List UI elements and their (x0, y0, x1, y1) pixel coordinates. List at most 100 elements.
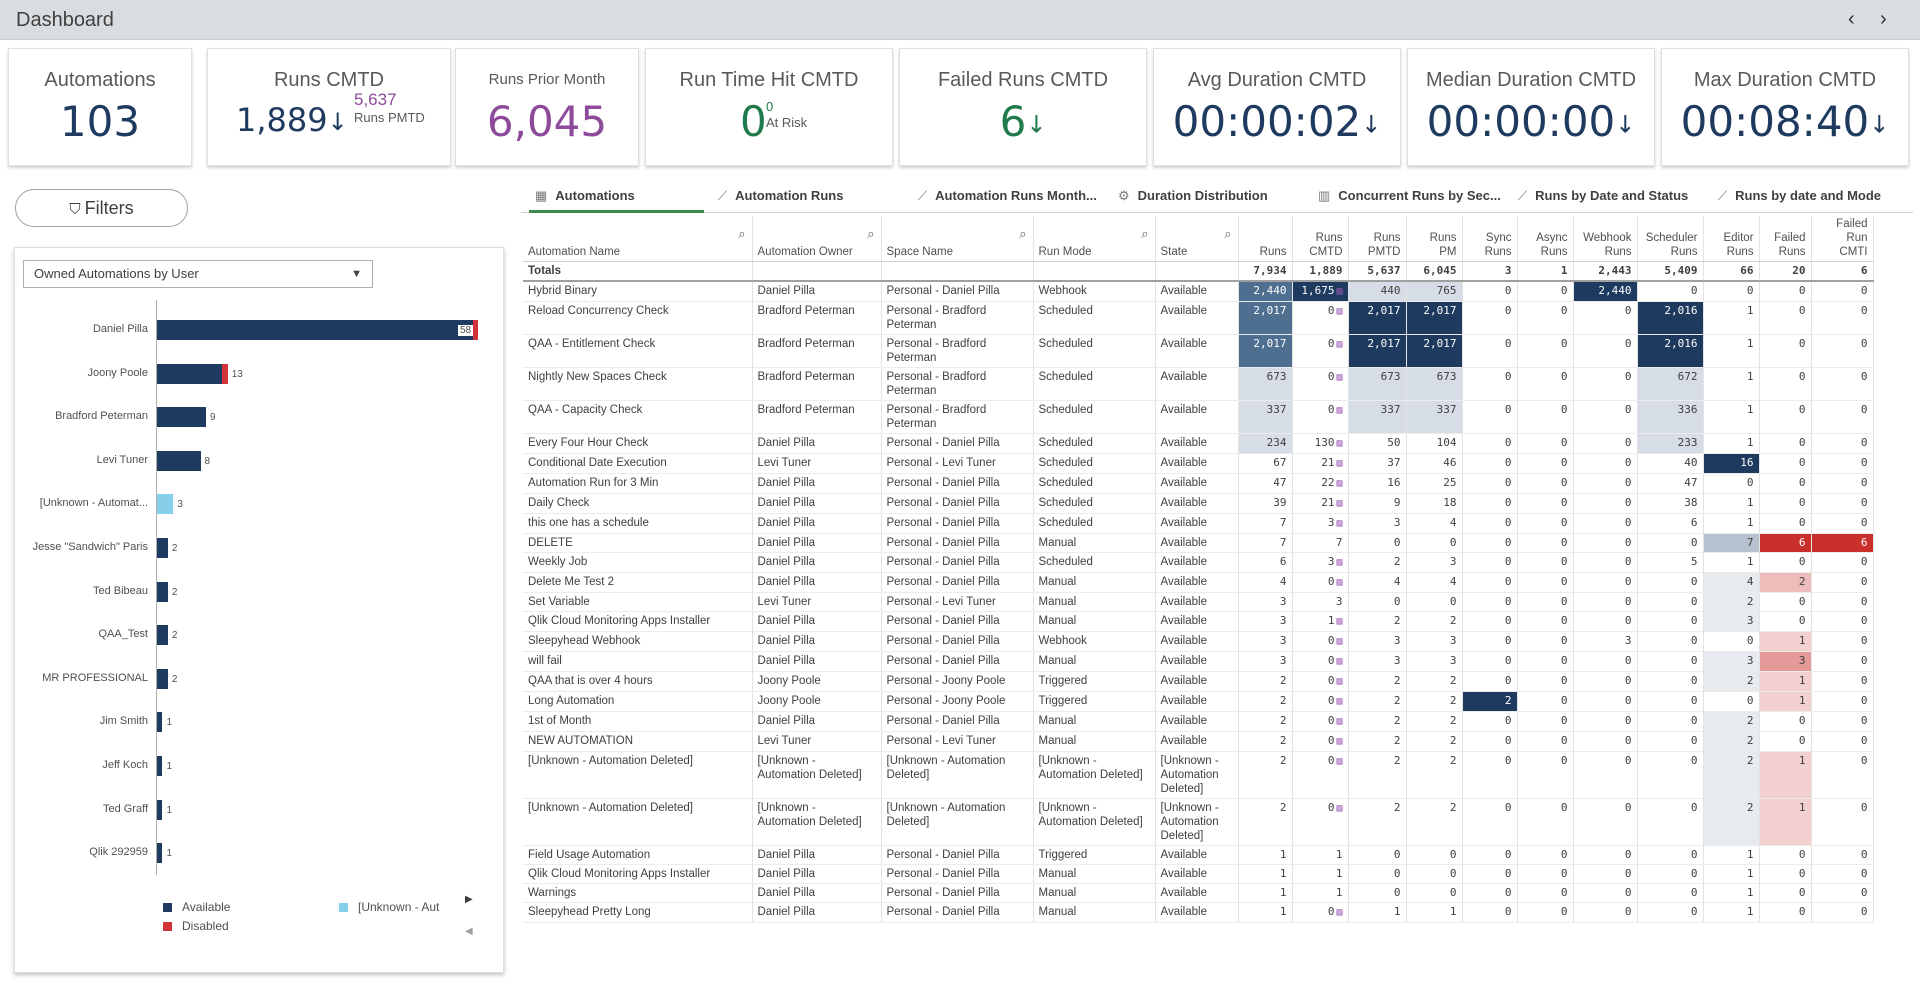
column-header[interactable]: Webhook Runs (1573, 215, 1638, 262)
table-row[interactable]: Weekly Job Daniel Pilla Personal - Daniel … (523, 552, 1874, 573)
tab-bar: ▦ Automations ⟋ Automation Runs ⟋ Automation … (521, 179, 1913, 213)
table-row[interactable]: Conditional Date Execution Levi Tuner Pers… (523, 453, 1874, 474)
table-row[interactable]: QAA that is over 4 hours Joony Poole Perso… (523, 671, 1874, 692)
filters-button[interactable]: ⛉ Filters (15, 189, 188, 227)
bar-available[interactable] (157, 581, 168, 602)
table-row[interactable]: Daily Check Daniel Pilla Personal - Daniel… (523, 493, 1874, 514)
bar-available[interactable] (157, 668, 168, 689)
table-row[interactable]: DELETE Daniel Pilla Personal - Daniel Pill… (523, 533, 1874, 553)
tab-automation-runs[interactable]: ⟋ Automation Runs (712, 179, 902, 213)
column-header[interactable]: Failed Runs (1759, 215, 1812, 262)
tab-runs-by-date-and-status[interactable]: ⟋ Runs by Date and Status (1512, 179, 1702, 213)
bar-available[interactable] (157, 843, 163, 864)
bar-available[interactable] (157, 799, 163, 820)
chevron-left-icon[interactable]: ‹ (1848, 8, 1855, 31)
kpi-sub-value: 5,637 (354, 90, 397, 109)
table-row[interactable]: Reload Concurrency Check Bradford Peterma… (523, 301, 1874, 335)
tab-automation-runs-month[interactable]: ⟋ Automation Runs Month... (912, 179, 1102, 213)
table-row[interactable]: this one has a schedule Daniel Pilla Perso… (523, 513, 1874, 534)
column-header[interactable]: Space Name ⌕ (881, 215, 1034, 262)
bar-available[interactable] (157, 625, 168, 646)
table-cell: 0 (1759, 711, 1812, 732)
tab-runs-by-date-and-mode[interactable]: ⟋ Runs by date and Mode (1712, 179, 1902, 213)
table-row[interactable]: [Unknown - Automation Deleted] [Unknown -… (523, 751, 1874, 799)
table-cell: 0 (1517, 301, 1574, 335)
search-icon[interactable]: ⌕ (867, 227, 874, 241)
search-icon[interactable]: ⌕ (738, 227, 745, 241)
table-row[interactable]: Sleepyhead Pretty Long Daniel Pilla Person… (523, 902, 1874, 923)
table-cell: 0 (1703, 691, 1760, 712)
table-row[interactable]: Sleepyhead Webhook Daniel Pilla Personal -… (523, 631, 1874, 652)
table-row[interactable]: Long Automation Joony Poole Personal - Joo… (523, 691, 1874, 712)
table-row[interactable]: Warnings Daniel Pilla Personal - Daniel Pi… (523, 883, 1874, 903)
bar-available[interactable] (157, 712, 163, 733)
search-icon[interactable]: ⌕ (1019, 227, 1026, 241)
column-header[interactable]: Runs PM (1406, 215, 1463, 262)
table-icon: ▦ (535, 188, 548, 203)
bar-available[interactable] (157, 320, 473, 340)
column-header[interactable]: State ⌕ (1155, 215, 1239, 262)
tab-concurrent-runs-by-sec[interactable]: ▥ Concurrent Runs by Sec... (1312, 179, 1502, 213)
table-cell: 0 (1462, 453, 1518, 474)
bar-disabled[interactable] (472, 320, 478, 340)
table-cell: 1 (1759, 751, 1812, 799)
column-header[interactable]: Scheduler Runs (1637, 215, 1704, 262)
tab-duration-distribution[interactable]: ⚙ Duration Distribution (1112, 179, 1302, 213)
column-header[interactable]: Failed Run CMTI (1811, 215, 1874, 262)
arrow-down-icon: ↓ (327, 108, 348, 136)
column-header[interactable]: Runs PMTD (1348, 215, 1407, 262)
table-cell: 1 (1759, 671, 1812, 692)
cell-value: 0 (1690, 536, 1698, 549)
tab-automations[interactable]: ▦ Automations (529, 179, 704, 213)
bar--unknown-aut[interactable] (157, 494, 174, 515)
bar-disabled[interactable] (222, 363, 228, 384)
column-header[interactable]: Automation Name ⌕ (523, 215, 753, 262)
table-row[interactable]: Qlik Cloud Monitoring Apps Installer Dani… (523, 611, 1874, 632)
table-row[interactable]: QAA - Entitlement Check Bradford Peterman… (523, 334, 1874, 368)
table-row[interactable]: will fail Daniel Pilla Personal - Daniel P… (523, 651, 1874, 672)
table-row[interactable]: [Unknown - Automation Deleted] [Unknown -… (523, 798, 1874, 846)
legend-next-icon[interactable]: ▶ (465, 894, 473, 905)
bar-available[interactable] (157, 538, 168, 558)
table-row[interactable]: Set Variable Levi Tuner Personal - Levi Tu… (523, 592, 1874, 612)
legend-prev-icon[interactable]: ◀ (465, 926, 473, 937)
bar-available[interactable] (157, 407, 206, 428)
table-row[interactable]: Every Four Hour Check Daniel Pilla Persona… (523, 433, 1874, 454)
column-header[interactable]: Runs (1238, 215, 1293, 262)
table-row[interactable]: Automation Run for 3 Min Daniel Pilla Pers… (523, 473, 1874, 494)
cell-value: 2,440 (1253, 284, 1287, 297)
search-icon[interactable]: ⌕ (1224, 227, 1231, 241)
column-header[interactable]: Async Runs (1517, 215, 1574, 262)
column-header[interactable]: Automation Owner ⌕ (752, 215, 882, 262)
cell-value: 0 (1560, 476, 1568, 489)
bar-available[interactable] (157, 450, 201, 471)
chevron-right-icon[interactable]: › (1880, 8, 1887, 31)
table-cell: 0 (1637, 902, 1704, 923)
column-header[interactable]: Editor Runs (1703, 215, 1760, 262)
table-row[interactable]: QAA - Capacity Check Bradford Peterman Per… (523, 400, 1874, 434)
bar-available[interactable] (157, 756, 163, 776)
legend-item-disabled[interactable]: Disabled (163, 919, 229, 933)
table-row[interactable]: NEW AUTOMATION Levi Tuner Personal - Levi … (523, 731, 1874, 752)
column-header[interactable]: Sync Runs (1462, 215, 1518, 262)
legend-item-unknown[interactable]: [Unknown - Aut (339, 900, 439, 914)
table-row[interactable]: Qlik Cloud Monitoring Apps Installer Dani… (523, 864, 1874, 884)
table-cell: Levi Tuner (752, 453, 882, 474)
table-row[interactable]: Nightly New Spaces Check Bradford Peterma… (523, 367, 1874, 401)
table-row[interactable]: Hybrid Binary Daniel Pilla Personal - Dani… (523, 281, 1874, 302)
cell-value: Qlik Cloud Monitoring Apps Installer (528, 615, 711, 627)
column-header[interactable]: Runs CMTD (1292, 215, 1349, 262)
cell-value: 0 (1624, 905, 1632, 918)
cell-value: 2 (1393, 694, 1401, 707)
bar-available[interactable] (157, 363, 223, 384)
legend-item-available[interactable]: Available (163, 900, 230, 914)
table-cell: 0 (1517, 671, 1574, 692)
table-row[interactable]: Delete Me Test 2 Daniel Pilla Personal - D… (523, 572, 1874, 593)
cell-value: 0 (1504, 536, 1512, 549)
search-icon[interactable]: ⌕ (1141, 227, 1148, 241)
table-row[interactable]: 1st of Month Daniel Pilla Personal - Danie… (523, 711, 1874, 732)
table-row[interactable]: Field Usage Automation Daniel Pilla Person… (523, 845, 1874, 865)
column-header[interactable]: Run Mode ⌕ (1033, 215, 1156, 262)
cell-value: 0 (1624, 304, 1632, 317)
bar-value-label: 1 (166, 804, 172, 816)
